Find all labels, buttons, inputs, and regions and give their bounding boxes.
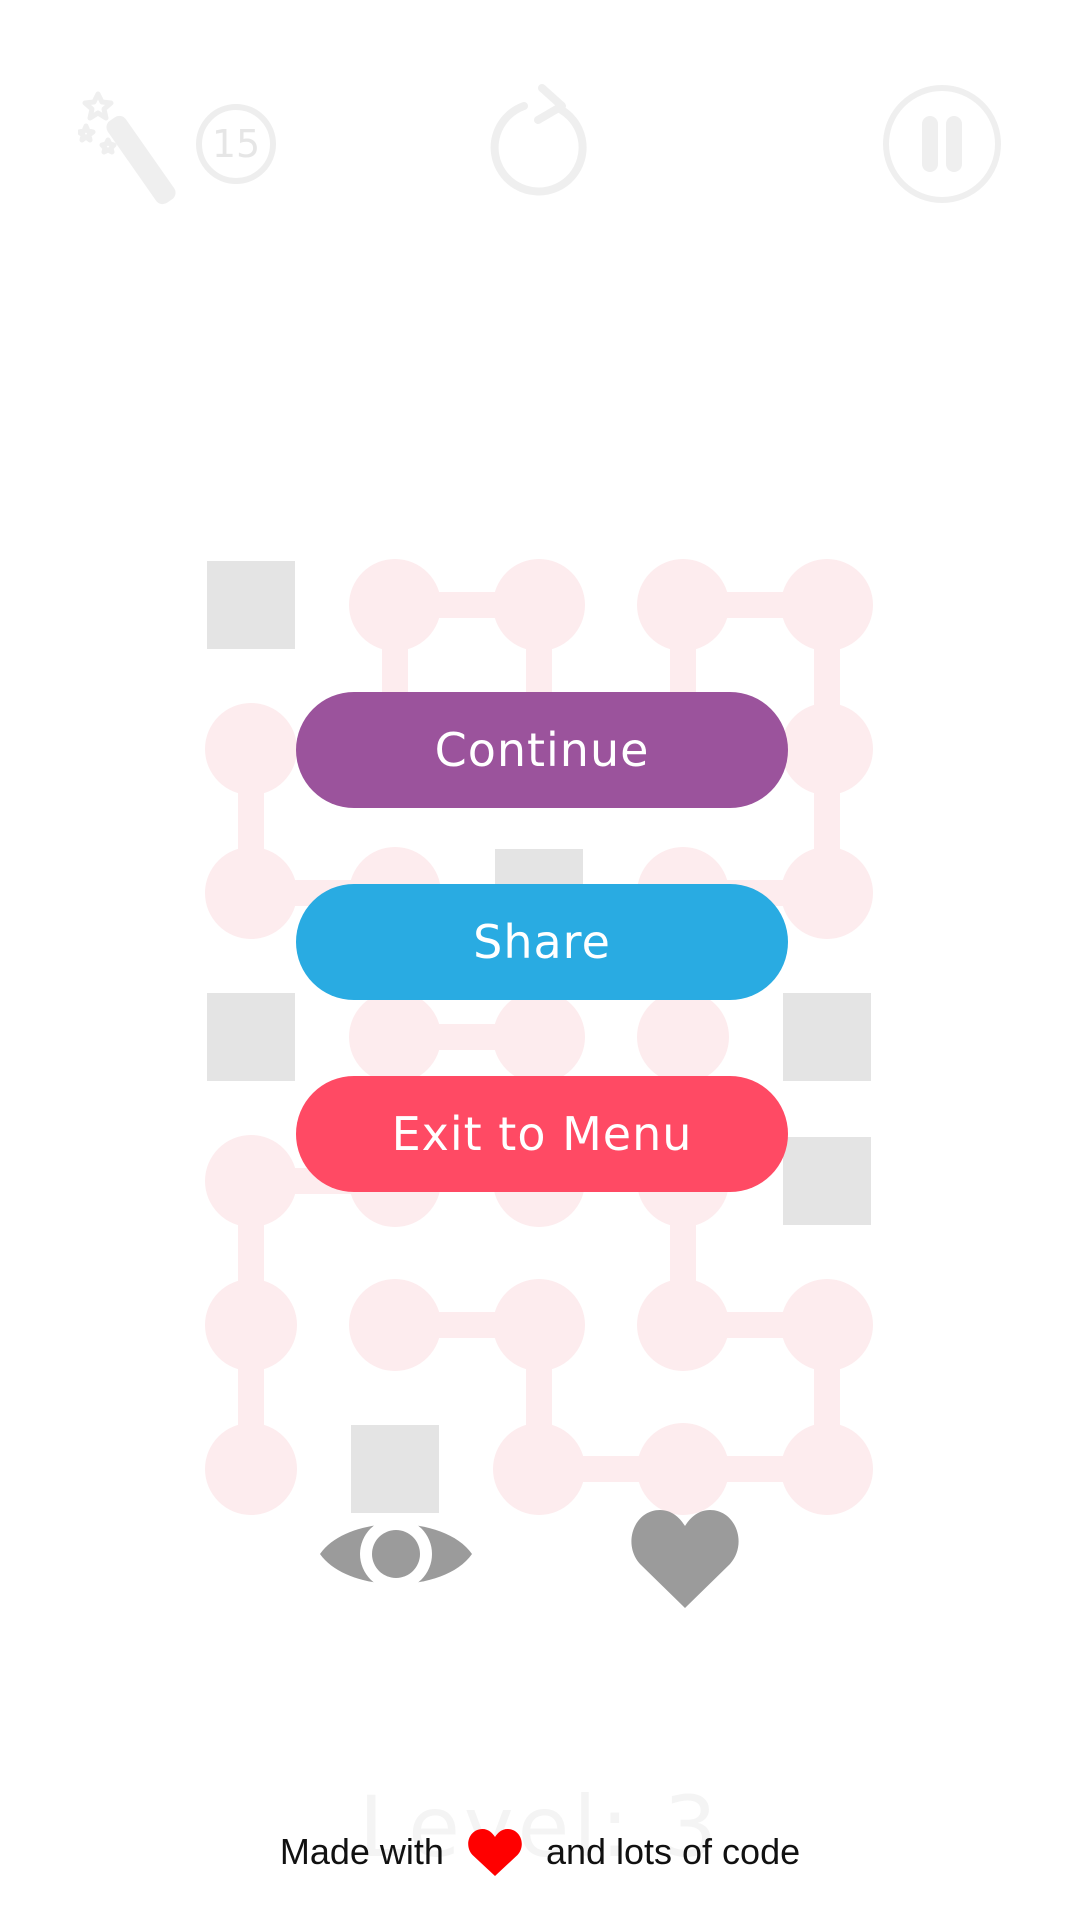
board-dot (349, 559, 441, 651)
board-dot (349, 1279, 441, 1371)
footer-prefix: Made with (279, 1831, 444, 1872)
board-dot (493, 1423, 585, 1515)
share-button[interactable]: Share (296, 884, 788, 1000)
restart-icon[interactable] (486, 84, 596, 204)
continue-button[interactable]: Continue (296, 692, 788, 808)
footer-credit: Made with and lots of code (0, 1822, 1080, 1882)
board-dot (205, 1423, 297, 1515)
board-dot (493, 1279, 585, 1371)
board-dot (781, 847, 873, 939)
board-block (783, 993, 871, 1081)
board-dot (637, 1423, 729, 1515)
board-dot (205, 847, 297, 939)
board-dot (637, 991, 729, 1083)
board-block (207, 561, 295, 649)
board-dot (205, 1135, 297, 1227)
board-dot (781, 559, 873, 651)
board-dot (493, 559, 585, 651)
board-dot (205, 703, 297, 795)
board-dot (349, 991, 441, 1083)
footer-heart-icon (468, 1829, 522, 1876)
footer-suffix: and lots of code (545, 1831, 801, 1872)
board-dot (781, 1279, 873, 1371)
eye-icon[interactable] (318, 1506, 474, 1602)
board-dot (781, 1423, 873, 1515)
pause-icon[interactable] (880, 82, 1004, 206)
board-block (207, 993, 295, 1081)
heart-icon[interactable] (630, 1506, 740, 1610)
board-dot (637, 1279, 729, 1371)
hint-count-badge: 15 (196, 104, 276, 184)
board-block (783, 1137, 871, 1225)
board-dot (205, 1279, 297, 1371)
board-block (351, 1425, 439, 1513)
magic-wand-icon[interactable] (78, 80, 198, 210)
board-dot (781, 703, 873, 795)
exit-to-menu-button[interactable]: Exit to Menu (296, 1076, 788, 1192)
board-dot (637, 559, 729, 651)
board-dot (493, 991, 585, 1083)
